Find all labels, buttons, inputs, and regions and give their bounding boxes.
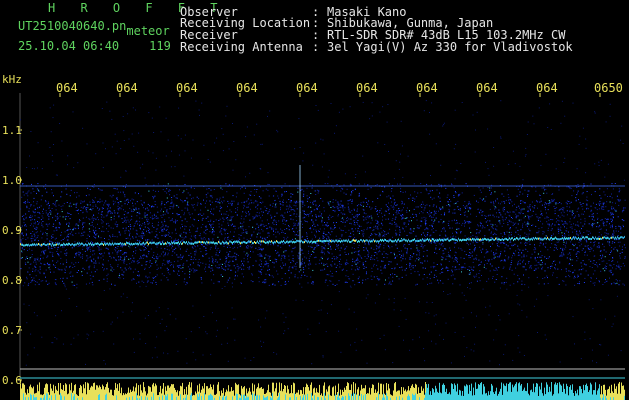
time-tick: 064 [416, 81, 438, 95]
datetime-text: 25.10.04 06:40 [18, 39, 120, 53]
meteor-count: 119 [149, 39, 171, 53]
time-tick: 064 [56, 81, 78, 95]
time-tick: 064 [536, 81, 558, 95]
time-tick: 064 [356, 81, 378, 95]
info-value-antenna: 3el Yagi(V) Az 330 for Vladivostok [327, 40, 573, 54]
time-tick: 064 [116, 81, 138, 95]
info-label-antenna: Receiving Antenna [180, 40, 303, 54]
meteor-label: meteor [126, 24, 170, 38]
datetime-label: 25.10.04 06:40 119 [18, 40, 171, 52]
noise-band [20, 100, 626, 366]
freq-tick: 0.9 [2, 224, 22, 237]
frequency-unit-label: kHz [2, 73, 22, 86]
time-tick: 0650 [594, 81, 623, 95]
freq-tick: 0.6 [2, 374, 22, 387]
freq-tick: 1.0 [2, 174, 22, 187]
filename-label: UT2510040640.pnmeteor [18, 19, 170, 37]
info-separator: : [312, 40, 320, 54]
time-tick: 064 [296, 81, 318, 95]
time-tick: 064 [176, 81, 198, 95]
filename-text: UT2510040640.pn [18, 19, 127, 33]
signal-level-histogram [20, 382, 625, 400]
time-tick: 064 [476, 81, 498, 95]
freq-tick: 1.1 [2, 124, 22, 137]
freq-tick: 0.8 [2, 274, 22, 287]
time-tick: 064 [236, 81, 258, 95]
freq-tick: 0.7 [2, 324, 22, 337]
spectrogram-canvas [18, 93, 626, 400]
